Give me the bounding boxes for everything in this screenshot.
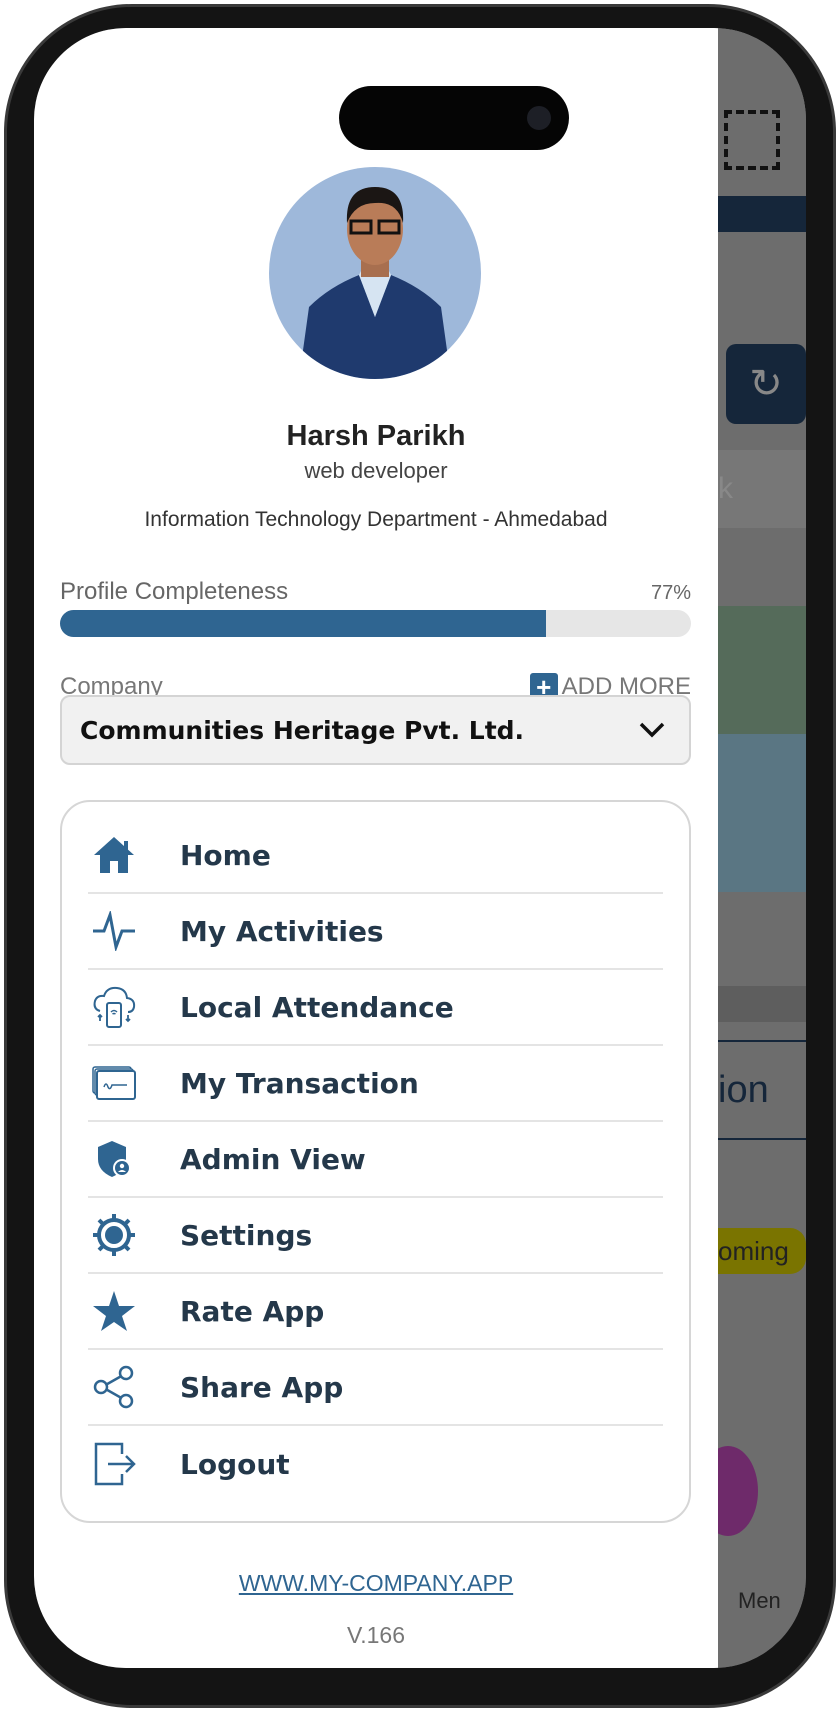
profile-completeness-label: Profile Completeness <box>60 578 289 605</box>
home-icon <box>90 831 138 879</box>
cloud-device-icon <box>90 983 138 1031</box>
profile-completeness-value: 77% <box>650 582 691 604</box>
share-icon <box>90 1363 138 1411</box>
avatar[interactable] <box>269 167 481 379</box>
bg-badge-fragment: oming <box>718 1228 806 1274</box>
website-link[interactable]: WWW.MY-COMPANY.APP <box>34 1570 718 1597</box>
user-role: web developer <box>304 458 448 483</box>
user-department: Information Technology Department - Ahme… <box>144 508 608 531</box>
app-version: V.166 <box>347 1622 405 1648</box>
menu-item-admin-view[interactable]: Admin View <box>88 1122 663 1198</box>
chevron-down-icon <box>639 722 665 738</box>
bg-section-fragment: ion <box>718 1040 806 1140</box>
profile-completeness-bar <box>60 610 691 637</box>
company-selected: Communities Heritage Pvt. Ltd. <box>80 715 525 745</box>
menu-item-local-attendance[interactable]: Local Attendance <box>88 970 663 1046</box>
star-icon <box>90 1287 138 1335</box>
bg-nav-fragment: Men <box>738 1588 781 1613</box>
user-name: Harsh Parikh <box>286 420 466 452</box>
menu-label: Home <box>180 838 271 872</box>
refresh-button: ↻ <box>726 344 806 424</box>
menu-label: Rate App <box>180 1294 325 1328</box>
menu-label: Logout <box>180 1447 290 1481</box>
menu-item-home[interactable]: Home <box>88 818 663 894</box>
menu-item-rate-app[interactable]: Rate App <box>88 1274 663 1350</box>
menu-label: Local Attendance <box>180 990 454 1024</box>
background-app-dimmed: ↻ k ion oming Men <box>698 28 806 1668</box>
company-select[interactable]: Communities Heritage Pvt. Ltd. <box>60 695 691 765</box>
menu-label: Share App <box>180 1370 344 1404</box>
dynamic-island <box>339 86 569 150</box>
menu-item-settings[interactable]: Settings <box>88 1198 663 1274</box>
gear-icon <box>90 1211 138 1259</box>
menu-item-logout[interactable]: Logout <box>88 1426 663 1502</box>
shield-user-icon <box>90 1135 138 1183</box>
progress-fill <box>60 610 546 637</box>
menu-item-my-transaction[interactable]: My Transaction <box>88 1046 663 1122</box>
activity-icon <box>90 907 138 955</box>
menu-item-share-app[interactable]: Share App <box>88 1350 663 1426</box>
menu-item-my-activities[interactable]: My Activities <box>88 894 663 970</box>
menu-label: My Transaction <box>180 1066 419 1100</box>
screen: ↻ k ion oming Men Harsh Parikh web devel… <box>34 28 806 1668</box>
qr-icon <box>724 110 780 170</box>
menu-label: Admin View <box>180 1142 366 1176</box>
bg-tab-fragment: k <box>718 450 806 528</box>
menu-card: Home My Activities Local Attendance My T… <box>60 800 691 1523</box>
menu-label: Settings <box>180 1218 313 1252</box>
cards-icon <box>90 1059 138 1107</box>
logout-icon <box>90 1440 138 1488</box>
menu-label: My Activities <box>180 914 384 948</box>
navigation-drawer: Harsh Parikh web developer Information T… <box>34 28 718 1668</box>
